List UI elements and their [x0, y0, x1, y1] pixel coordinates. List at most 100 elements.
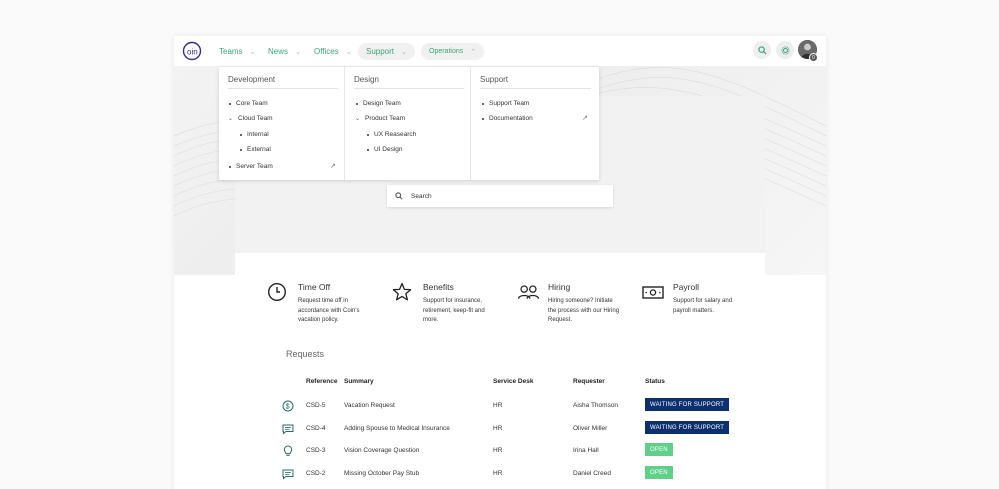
cell-requester: Aisha Thomson — [573, 402, 619, 409]
cell-summary[interactable]: Missing October Pay Stub — [344, 470, 419, 477]
menu-item-label: UI Design — [374, 146, 403, 153]
menu-item-label: UX Reasearch — [374, 131, 417, 138]
nav-operations[interactable]: Operations ⌃ — [421, 43, 485, 60]
cell-service-desk: HR — [493, 425, 503, 432]
bullet-icon — [240, 148, 242, 151]
nav-support[interactable]: Support ⌄ — [358, 43, 415, 60]
app-window: oin Teams ⌄ News ⌄ Offices ⌄ Support ⌄ O… — [174, 36, 826, 489]
column-heading: Design — [354, 75, 379, 84]
column-header-summary[interactable]: Summary — [344, 378, 374, 385]
menu-item-internal[interactable]: Internal — [240, 131, 269, 138]
table-row[interactable]: CSD-4 Adding Spouse to Medical Insurance… — [174, 419, 826, 439]
nav-teams[interactable]: Teams ⌄ — [211, 43, 263, 60]
dropdown-column-design: Design Design Team ⌄ Product Team UX Reas… — [345, 67, 471, 180]
menu-item-label: Internal — [247, 131, 269, 138]
nav-news[interactable]: News ⌄ — [260, 43, 309, 60]
chat-icon — [282, 424, 294, 435]
cell-summary[interactable]: Vision Coverage Question — [344, 447, 419, 454]
dropdown-column-development: Development Core Team ⌄ Cloud Team Intern… — [219, 67, 345, 180]
cell-service-desk: HR — [493, 447, 503, 454]
external-link-icon[interactable]: ↗ — [582, 114, 588, 122]
menu-item-support-team[interactable]: Support Team — [482, 100, 529, 107]
cell-requester: Irina Hall — [573, 447, 599, 454]
status-badge: OPEN — [645, 466, 673, 479]
service-title: Payroll — [673, 282, 699, 292]
menu-item-label: Server Team — [236, 163, 273, 170]
nav-news-label: News — [268, 47, 289, 56]
column-header-status[interactable]: Status — [645, 378, 665, 385]
search-icon — [757, 45, 767, 55]
menu-item-cloud-team[interactable]: ⌄ Cloud Team — [228, 115, 273, 122]
divider — [354, 88, 464, 89]
nav-teams-label: Teams — [219, 47, 243, 56]
divider — [480, 88, 591, 89]
bullet-icon — [356, 102, 358, 105]
search-input[interactable]: Search — [387, 185, 613, 207]
column-header-requester[interactable]: Requester — [573, 378, 605, 385]
gear-icon — [780, 45, 790, 55]
svg-text:$: $ — [286, 404, 290, 411]
menu-item-label: Documentation — [489, 115, 533, 122]
menu-item-server-team[interactable]: Server Team — [229, 163, 273, 170]
table-row[interactable]: CSD-2 Missing October Pay Stub HR Daniel… — [174, 464, 826, 484]
bullet-icon — [482, 102, 484, 105]
status-badge: OPEN — [645, 443, 673, 456]
top-navigation-bar: oin Teams ⌄ News ⌄ Offices ⌄ Support ⌄ O… — [174, 36, 826, 66]
dropdown-column-support: Support Support Team Documentation ↗ — [471, 67, 597, 180]
menu-item-ui-design[interactable]: UI Design — [367, 146, 403, 153]
lightbulb-icon — [283, 445, 293, 456]
menu-item-documentation[interactable]: Documentation — [482, 115, 533, 122]
service-title: Hiring — [548, 282, 571, 292]
service-title: Benefits — [423, 282, 454, 292]
cell-reference[interactable]: CSD-3 — [306, 447, 326, 454]
bullet-icon — [229, 102, 231, 105]
search-placeholder: Search — [411, 192, 432, 200]
cell-reference[interactable]: CSD-4 — [306, 425, 326, 432]
bullet-icon — [367, 148, 369, 151]
cell-reference[interactable]: CSD-5 — [306, 402, 326, 409]
external-link-icon[interactable]: ↗ — [330, 162, 336, 170]
table-row[interactable]: $ CSD-5 Vacation Request HR Aisha Thomso… — [174, 396, 826, 416]
people-icon — [517, 285, 540, 299]
service-description: Hiring someone? Initiate the process wit… — [548, 298, 620, 323]
search-button[interactable] — [753, 41, 771, 59]
star-icon — [392, 282, 412, 301]
chevron-down-icon: ⌄ — [249, 48, 256, 56]
divider — [228, 88, 338, 89]
menu-item-label: Support Team — [489, 100, 530, 107]
cell-reference[interactable]: CSD-2 — [306, 470, 326, 477]
column-header-service-desk[interactable]: Service Desk — [493, 378, 533, 385]
money-icon — [642, 286, 664, 299]
menu-item-external[interactable]: External — [240, 146, 271, 153]
column-header-reference[interactable]: Reference — [306, 378, 337, 385]
svg-text:oin: oin — [187, 48, 198, 57]
menu-item-product-team[interactable]: ⌄ Product Team — [355, 115, 405, 122]
coin-logo[interactable]: oin — [182, 41, 204, 61]
menu-item-core-team[interactable]: Core Team — [229, 100, 268, 107]
clock-icon — [267, 282, 287, 302]
cell-summary[interactable]: Adding Spouse to Medical Insurance — [344, 425, 450, 432]
settings-button[interactable] — [776, 41, 794, 59]
menu-item-label: Cloud Team — [238, 115, 273, 122]
chevron-up-icon: ⌃ — [470, 48, 477, 56]
table-row[interactable]: CSD-3 Vision Coverage Question HR Irina … — [174, 441, 826, 461]
chevron-down-icon: ⌄ — [228, 116, 234, 122]
menu-item-label: Design Team — [363, 100, 401, 107]
chevron-down-icon: ⌄ — [355, 116, 361, 122]
menu-item-ux-research[interactable]: UX Reasearch — [367, 131, 416, 138]
nav-offices-label: Offices — [314, 47, 339, 56]
status-badge: WAITING FOR SUPPORT — [645, 421, 730, 434]
nav-support-label: Support — [366, 47, 395, 56]
search-icon — [395, 192, 403, 200]
nav-offices[interactable]: Offices ⌄ — [306, 43, 360, 60]
cell-summary[interactable]: Vacation Request — [344, 402, 395, 409]
service-description: Request time off in accordance with Coin… — [298, 298, 360, 323]
notification-badge: 0 — [809, 53, 818, 62]
service-title: Time Off — [298, 282, 331, 292]
bullet-icon — [240, 133, 242, 136]
service-description: Support for insurance, retirement, keep-… — [423, 298, 485, 323]
menu-item-label: Product Team — [365, 115, 406, 122]
cell-service-desk: HR — [493, 470, 503, 477]
bullet-icon — [367, 133, 369, 136]
menu-item-design-team[interactable]: Design Team — [356, 100, 401, 107]
